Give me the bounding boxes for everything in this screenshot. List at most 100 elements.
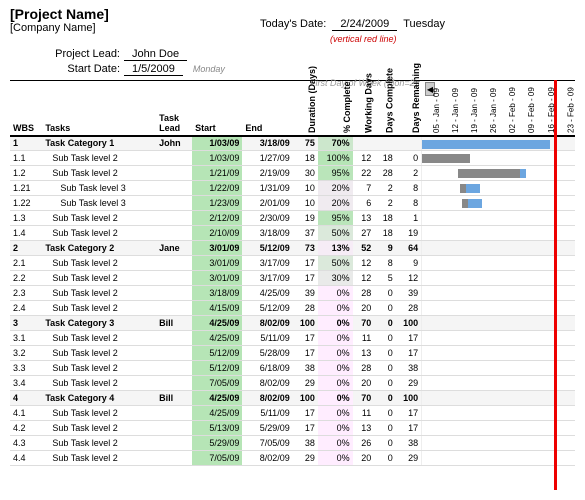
end-cell[interactable]: 3/18/09 bbox=[242, 136, 292, 151]
days-complete-cell[interactable]: 0 bbox=[374, 316, 396, 331]
task-cell[interactable]: Task Category 3 bbox=[42, 316, 156, 331]
task-cell[interactable]: Sub Task level 2 bbox=[42, 376, 156, 391]
lead-cell[interactable] bbox=[156, 211, 192, 226]
days-remaining-cell[interactable]: 29 bbox=[396, 376, 422, 391]
table-row[interactable]: 3Task Category 3Bill4/25/098/02/091000%7… bbox=[10, 316, 575, 331]
start-cell[interactable]: 5/12/09 bbox=[192, 361, 242, 376]
days-remaining-cell[interactable]: 39 bbox=[396, 286, 422, 301]
start-cell[interactable]: 3/01/09 bbox=[192, 256, 242, 271]
working-cell[interactable]: 12 bbox=[353, 151, 375, 166]
lead-cell[interactable] bbox=[156, 421, 192, 436]
wbs-cell[interactable]: 4.3 bbox=[10, 436, 42, 451]
start-cell[interactable]: 1/03/09 bbox=[192, 151, 242, 166]
working-cell[interactable]: 28 bbox=[353, 286, 375, 301]
task-cell[interactable]: Sub Task level 3 bbox=[42, 196, 156, 211]
col-task-lead[interactable]: Task Lead bbox=[156, 81, 192, 136]
lead-cell[interactable] bbox=[156, 166, 192, 181]
working-cell[interactable]: 70 bbox=[353, 316, 375, 331]
task-cell[interactable]: Sub Task level 2 bbox=[42, 151, 156, 166]
pct-cell[interactable]: 0% bbox=[318, 391, 353, 406]
start-cell[interactable]: 2/10/09 bbox=[192, 226, 242, 241]
duration-cell[interactable]: 30 bbox=[293, 166, 318, 181]
pct-cell[interactable]: 0% bbox=[318, 421, 353, 436]
wbs-cell[interactable]: 4.2 bbox=[10, 421, 42, 436]
duration-cell[interactable]: 28 bbox=[293, 301, 318, 316]
table-row[interactable]: 3.3Sub Task level 25/12/096/18/09380%280… bbox=[10, 361, 575, 376]
task-cell[interactable]: Sub Task level 3 bbox=[42, 181, 156, 196]
table-row[interactable]: 2.2Sub Task level 23/01/093/17/091730%12… bbox=[10, 271, 575, 286]
start-cell[interactable]: 1/23/09 bbox=[192, 196, 242, 211]
lead-cell[interactable] bbox=[156, 346, 192, 361]
days-complete-cell[interactable]: 2 bbox=[374, 196, 396, 211]
today-value[interactable]: 2/24/2009 bbox=[332, 18, 397, 31]
start-cell[interactable]: 7/05/09 bbox=[192, 451, 242, 466]
duration-cell[interactable]: 17 bbox=[293, 256, 318, 271]
wbs-cell[interactable]: 3.1 bbox=[10, 331, 42, 346]
working-cell[interactable]: 7 bbox=[353, 181, 375, 196]
pct-cell[interactable]: 0% bbox=[318, 286, 353, 301]
days-remaining-cell[interactable]: 19 bbox=[396, 226, 422, 241]
wbs-cell[interactable]: 2.2 bbox=[10, 271, 42, 286]
lead-cell[interactable] bbox=[156, 361, 192, 376]
wbs-cell[interactable]: 1.21 bbox=[10, 181, 42, 196]
duration-cell[interactable]: 17 bbox=[293, 331, 318, 346]
days-remaining-cell[interactable]: 38 bbox=[396, 436, 422, 451]
lead-cell[interactable] bbox=[156, 436, 192, 451]
pct-cell[interactable]: 0% bbox=[318, 436, 353, 451]
wbs-cell[interactable]: 1.2 bbox=[10, 166, 42, 181]
end-cell[interactable]: 3/17/09 bbox=[242, 256, 292, 271]
table-row[interactable]: 1.1Sub Task level 21/03/091/27/0918100%1… bbox=[10, 151, 575, 166]
pct-cell[interactable]: 20% bbox=[318, 196, 353, 211]
start-cell[interactable]: 5/12/09 bbox=[192, 346, 242, 361]
days-remaining-cell[interactable]: 17 bbox=[396, 346, 422, 361]
lead-cell[interactable]: Bill bbox=[156, 391, 192, 406]
duration-cell[interactable]: 38 bbox=[293, 361, 318, 376]
wbs-cell[interactable]: 3 bbox=[10, 316, 42, 331]
start-cell[interactable]: 7/05/09 bbox=[192, 376, 242, 391]
lead-cell[interactable] bbox=[156, 271, 192, 286]
lead-cell[interactable] bbox=[156, 451, 192, 466]
days-complete-cell[interactable]: 5 bbox=[374, 271, 396, 286]
task-cell[interactable]: Sub Task level 2 bbox=[42, 436, 156, 451]
lead-cell[interactable]: Bill bbox=[156, 316, 192, 331]
lead-cell[interactable] bbox=[156, 406, 192, 421]
duration-cell[interactable]: 29 bbox=[293, 451, 318, 466]
end-cell[interactable]: 3/17/09 bbox=[242, 271, 292, 286]
pct-cell[interactable]: 50% bbox=[318, 256, 353, 271]
lead-cell[interactable] bbox=[156, 256, 192, 271]
lead-value[interactable]: John Doe bbox=[124, 48, 187, 61]
days-complete-cell[interactable]: 18 bbox=[374, 151, 396, 166]
lead-cell[interactable] bbox=[156, 286, 192, 301]
table-row[interactable]: 2Task Category 2Jane3/01/095/12/097313%5… bbox=[10, 241, 575, 256]
pct-cell[interactable]: 0% bbox=[318, 451, 353, 466]
days-complete-cell[interactable]: 0 bbox=[374, 391, 396, 406]
table-row[interactable]: 4.1Sub Task level 24/25/095/11/09170%110… bbox=[10, 406, 575, 421]
table-row[interactable]: 3.4Sub Task level 27/05/098/02/09290%200… bbox=[10, 376, 575, 391]
end-cell[interactable]: 8/02/09 bbox=[242, 391, 292, 406]
start-cell[interactable]: 4/25/09 bbox=[192, 406, 242, 421]
table-row[interactable]: 1.22Sub Task level 31/23/092/01/091020%6… bbox=[10, 196, 575, 211]
end-cell[interactable]: 2/19/09 bbox=[242, 166, 292, 181]
wbs-cell[interactable]: 1.3 bbox=[10, 211, 42, 226]
pct-cell[interactable]: 95% bbox=[318, 166, 353, 181]
task-cell[interactable]: Sub Task level 2 bbox=[42, 421, 156, 436]
task-cell[interactable]: Sub Task level 2 bbox=[42, 346, 156, 361]
lead-cell[interactable]: John bbox=[156, 136, 192, 151]
wbs-cell[interactable]: 2.4 bbox=[10, 301, 42, 316]
pct-cell[interactable]: 13% bbox=[318, 241, 353, 256]
lead-cell[interactable]: Jane bbox=[156, 241, 192, 256]
table-row[interactable]: 2.1Sub Task level 23/01/093/17/091750%12… bbox=[10, 256, 575, 271]
pct-cell[interactable]: 20% bbox=[318, 181, 353, 196]
days-remaining-cell[interactable]: 38 bbox=[396, 361, 422, 376]
wbs-cell[interactable]: 2.1 bbox=[10, 256, 42, 271]
table-row[interactable]: 3.2Sub Task level 25/12/095/28/09170%130… bbox=[10, 346, 575, 361]
duration-cell[interactable]: 19 bbox=[293, 211, 318, 226]
task-cell[interactable]: Task Category 4 bbox=[42, 391, 156, 406]
end-cell[interactable]: 1/27/09 bbox=[242, 151, 292, 166]
pct-cell[interactable]: 0% bbox=[318, 376, 353, 391]
pct-cell[interactable]: 0% bbox=[318, 406, 353, 421]
days-complete-cell[interactable]: 0 bbox=[374, 421, 396, 436]
task-cell[interactable]: Sub Task level 2 bbox=[42, 301, 156, 316]
days-complete-cell[interactable]: 0 bbox=[374, 346, 396, 361]
end-cell[interactable]: 2/01/09 bbox=[242, 196, 292, 211]
